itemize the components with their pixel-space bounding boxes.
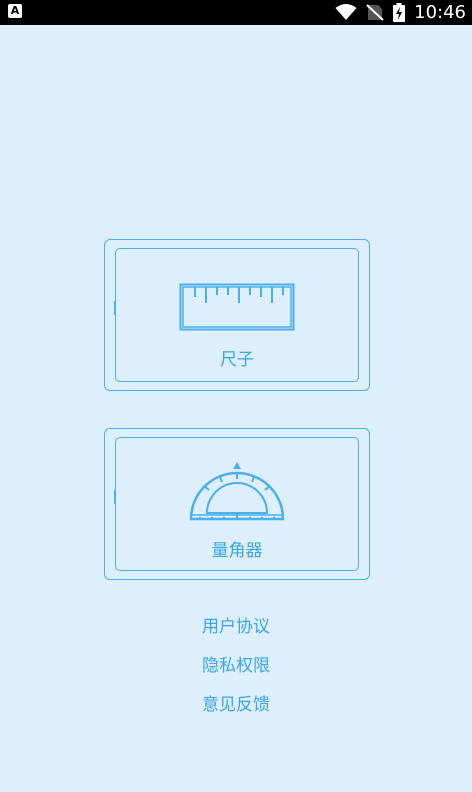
privacy-permissions-link[interactable]: 隐私权限 — [0, 653, 472, 692]
protractor-icon — [189, 462, 285, 521]
wifi-icon — [335, 4, 357, 20]
app-notification-icon: A — [8, 4, 22, 18]
footer-links: 用户协议 隐私权限 意见反馈 — [0, 614, 472, 731]
status-icons: 10:46 — [335, 0, 466, 25]
no-sim-icon — [366, 4, 384, 21]
protractor-card-side-mark — [114, 490, 116, 504]
ruler-card[interactable]: 尺子 — [104, 239, 370, 391]
battery-charging-icon — [393, 3, 406, 22]
ruler-card-side-mark — [114, 301, 116, 315]
protractor-card-label: 量角器 — [211, 541, 263, 561]
status-bar: A 10:46 — [0, 0, 472, 25]
feedback-link[interactable]: 意见反馈 — [0, 692, 472, 731]
ruler-card-label: 尺子 — [220, 350, 254, 370]
protractor-card[interactable]: 量角器 — [104, 428, 370, 580]
status-time: 10:46 — [414, 2, 466, 23]
ruler-icon — [179, 283, 295, 331]
user-agreement-link[interactable]: 用户协议 — [0, 614, 472, 653]
